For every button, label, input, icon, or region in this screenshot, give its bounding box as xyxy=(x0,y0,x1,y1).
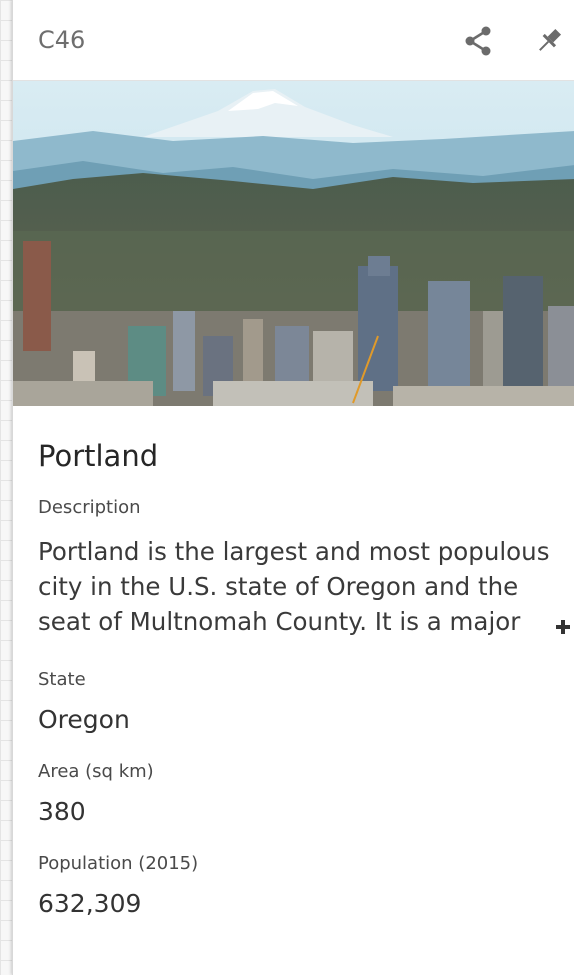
data-type-card: C46 Portland Description Portland is the… xyxy=(12,0,574,975)
pin-icon[interactable] xyxy=(532,24,566,58)
city-skyline-image xyxy=(13,81,574,406)
area-label: Area (sq km) xyxy=(38,761,154,782)
description-label: Description xyxy=(38,497,141,518)
population-value: 632,309 xyxy=(38,889,142,918)
share-icon[interactable] xyxy=(461,24,495,58)
state-value: Oregon xyxy=(38,705,130,734)
description-value: Portland is the largest and most populou… xyxy=(38,537,550,636)
entity-title: Portland xyxy=(38,439,159,473)
area-value: 380 xyxy=(38,797,86,826)
cell-reference: C46 xyxy=(38,26,86,54)
plus-icon[interactable] xyxy=(554,618,572,636)
card-header: C46 xyxy=(13,0,574,81)
population-label: Population (2015) xyxy=(38,853,199,874)
state-label: State xyxy=(38,669,86,690)
